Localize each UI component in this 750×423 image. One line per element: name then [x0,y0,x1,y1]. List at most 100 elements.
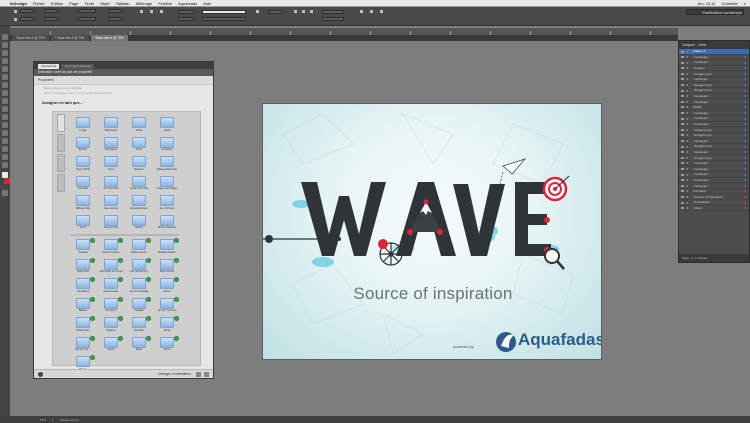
tab-links[interactable]: Liens [698,43,706,47]
stroke-weight-field[interactable] [202,10,246,14]
visibility-eye-icon[interactable] [681,207,684,210]
zoom-tool-icon[interactable] [2,162,8,168]
menu-item-window[interactable]: Fenêtre [158,1,172,6]
enrichment-item[interactable]: Jeu de Memory [127,257,151,277]
preflight-status[interactable]: Aucune erreur [60,418,79,422]
visibility-eye-icon[interactable] [681,162,684,165]
enrichment-item[interactable]: Compteur [99,296,123,316]
visibility-eye-icon[interactable] [681,100,684,103]
x-field[interactable] [20,9,34,13]
enrichment-item[interactable]: Sensible [71,175,95,194]
enrichment-item[interactable]: Rollover [127,155,151,174]
zoom-level[interactable]: 75% [40,418,46,422]
lock-icon[interactable] [686,190,688,193]
enrichment-item[interactable]: Glisser [127,214,151,233]
category-tab[interactable] [57,154,65,172]
stroke-swatch[interactable] [178,17,194,21]
orientation-icon[interactable] [196,372,201,377]
menu-item-text[interactable]: Texte [84,1,94,6]
visibility-eye-icon[interactable] [681,84,684,87]
visibility-eye-icon[interactable] [681,56,684,59]
enrichment-item[interactable]: Audio [155,116,179,135]
lock-icon[interactable] [686,145,688,148]
control-icon[interactable] [14,10,17,13]
lock-icon[interactable] [686,156,688,159]
visibility-eye-icon[interactable] [681,134,684,137]
center-content-icon[interactable] [380,10,383,13]
enrichment-item[interactable]: Bouton [71,136,95,155]
frame-height-field[interactable] [322,17,344,21]
scale-x-field[interactable] [78,9,96,13]
properties-section[interactable]: Propriétés [34,76,213,85]
lock-icon[interactable] [686,179,688,182]
align-left-icon[interactable] [294,10,297,13]
lock-icon[interactable] [686,72,688,75]
menu-item-edit[interactable]: Edition [51,1,63,6]
lock-icon[interactable] [686,173,688,176]
opacity-field[interactable] [268,10,282,14]
info-icon[interactable] [38,372,43,377]
visibility-eye-icon[interactable] [681,67,684,70]
selection-tool-icon[interactable] [2,34,8,40]
height-field[interactable] [44,17,58,21]
enrichment-item[interactable]: Animation [155,136,179,155]
lock-icon[interactable] [686,112,688,115]
rotate-icon[interactable] [150,10,153,13]
lock-icon[interactable] [686,95,688,98]
align-right-icon[interactable] [310,10,313,13]
enrichment-item[interactable]: Enregistrement [127,194,151,213]
visibility-eye-icon[interactable] [681,106,684,109]
visibility-eye-icon[interactable] [681,145,684,148]
visibility-eye-icon[interactable] [681,117,684,120]
enrichment-item[interactable]: Lien externe [99,194,123,213]
visibility-eye-icon[interactable] [681,156,684,159]
visibility-eye-icon[interactable] [681,173,684,176]
enrichment-item[interactable]: Lecteur de code [127,175,151,194]
enrichment-item[interactable]: Conditions [71,277,95,296]
enrichment-item[interactable]: Score [155,335,179,355]
visibility-eye-icon[interactable] [681,190,684,193]
lock-icon[interactable] [686,134,688,137]
frame-width-field[interactable] [322,10,344,14]
search-icon[interactable]: ⌕ [744,1,746,6]
pencil-tool-icon[interactable] [2,90,8,96]
direct-selection-tool-icon[interactable] [2,42,8,48]
control-icon[interactable] [14,18,17,21]
lock-icon[interactable] [686,89,688,92]
lock-icon[interactable] [686,56,688,59]
document-page[interactable]: Source of inspiration powered by Aquafad… [262,103,602,360]
visibility-eye-icon[interactable] [681,61,684,64]
gap-tool-icon[interactable] [2,58,8,64]
visibility-eye-icon[interactable] [681,184,684,187]
lock-icon[interactable] [686,123,688,126]
lock-icon[interactable] [686,195,688,198]
menu-item-object[interactable]: Objet [100,1,110,6]
visibility-eye-icon[interactable] [681,89,684,92]
align-center-icon[interactable] [302,10,305,13]
pen-tool-icon[interactable] [2,82,8,88]
lock-icon[interactable] [686,128,688,131]
menu-item-view[interactable]: Affichage [136,1,153,6]
enrichment-item[interactable]: Rollover [99,316,123,335]
lock-icon[interactable] [686,50,688,53]
enrichment-item[interactable]: Roulette [127,316,151,335]
fit-content-icon[interactable] [360,10,363,13]
enrichment-item[interactable]: Variable [71,238,95,257]
enrichment-item[interactable]: Mots croisés [155,257,179,277]
line-tool-icon[interactable] [2,74,8,80]
rectangle-tool-icon[interactable] [2,106,8,112]
enrichment-item[interactable]: Gestionnaire [99,277,123,296]
shear-field[interactable] [108,17,122,21]
enrichment-item[interactable]: Barre [127,335,151,355]
select-container-icon[interactable] [160,10,163,13]
lock-icon[interactable] [686,184,688,187]
rectangle-frame-tool-icon[interactable] [2,98,8,104]
enrichment-item[interactable]: Masquer/Dévoiler [155,155,179,174]
fill-swatch[interactable] [178,10,194,14]
stroke-type-field[interactable] [202,17,246,21]
menu-app-name[interactable]: InDesign [10,1,27,6]
visibility-eye-icon[interactable] [681,128,684,131]
note-tool-icon[interactable] [2,138,8,144]
user-name[interactable]: Charlotte [722,1,738,6]
lock-icon[interactable] [686,100,688,103]
